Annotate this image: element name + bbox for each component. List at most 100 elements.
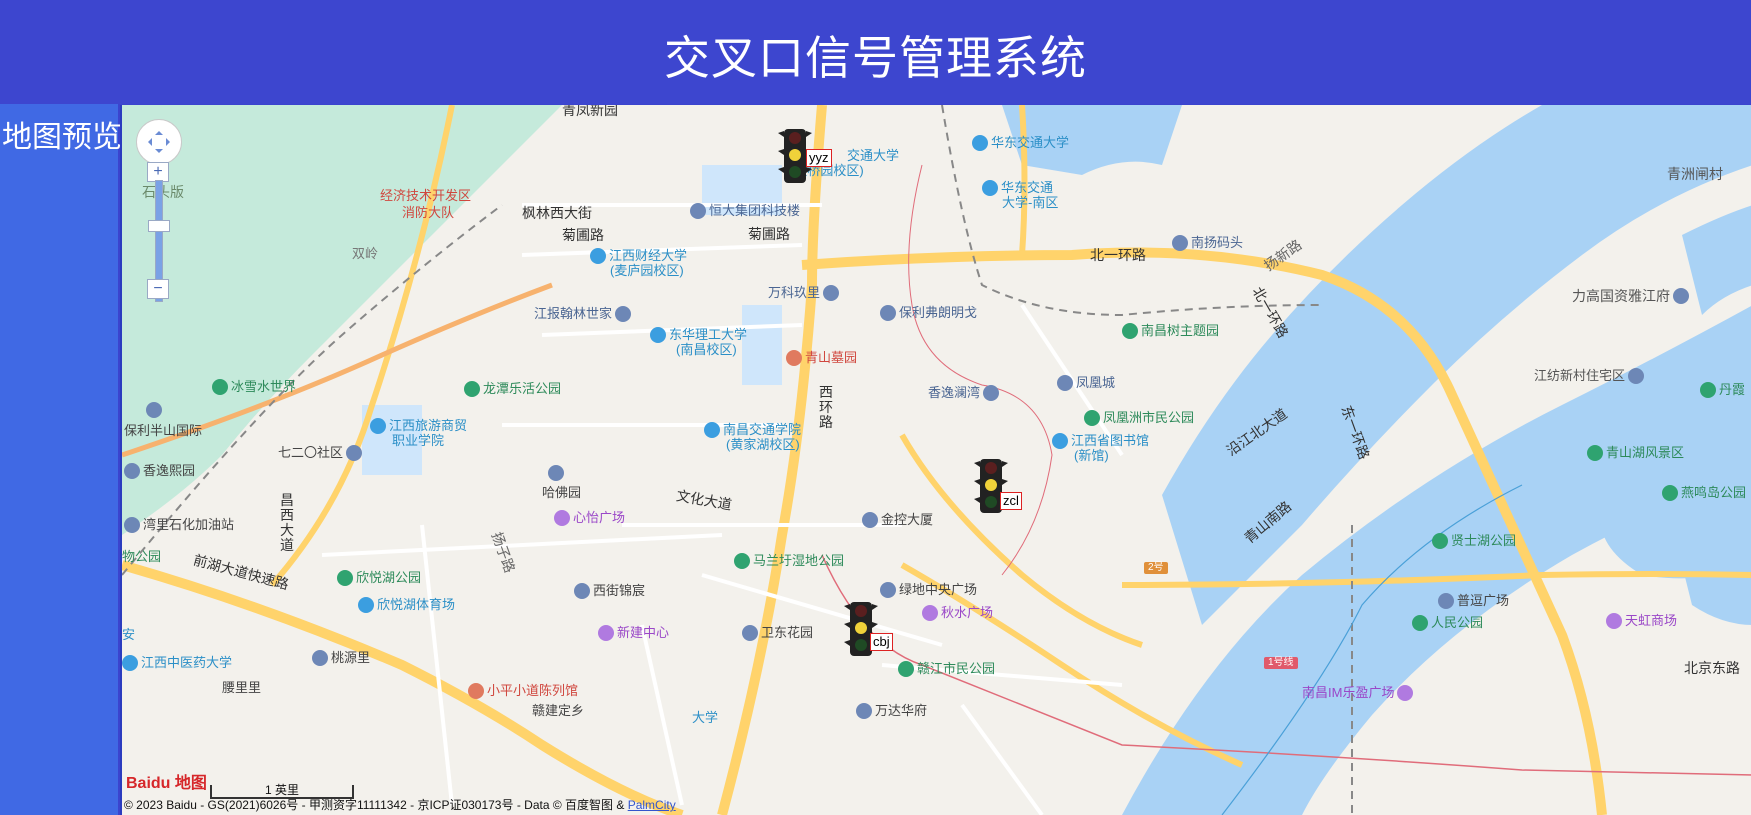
map-label: 江纺新村住宅区	[1534, 367, 1647, 385]
map-label: 小平小道陈列馆	[468, 682, 579, 700]
map-label: 绿地中央广场	[880, 581, 978, 599]
map-label: 万科玖里	[768, 284, 842, 302]
school-icon	[982, 179, 998, 196]
park-icon	[734, 552, 750, 569]
shopping-icon	[922, 604, 938, 621]
map-label-text: 普逗广场	[1457, 593, 1510, 608]
map-label-text: 保利弗朗明戈	[899, 305, 978, 320]
map-label-text: 小平小道陈列馆	[487, 683, 579, 698]
map-label-text: 华东交通大学	[991, 135, 1070, 150]
map-label-text: 桃源里	[331, 650, 371, 665]
building-icon	[880, 581, 896, 598]
map-label-text: 江纺新村住宅区	[1534, 368, 1626, 383]
map-label-text: 凤凰城	[1076, 375, 1116, 390]
park-icon	[1700, 381, 1716, 398]
palmcity-link[interactable]: PalmCity	[628, 798, 676, 812]
metro-line-badge: 1号线	[1264, 657, 1298, 669]
map-view[interactable]: 青凤新园 石头版 经济技术开发区 消防大队 枫林西大街 双岭 菊圃路 江西财经大…	[120, 105, 1751, 815]
zoom-out-button[interactable]: −	[147, 279, 169, 299]
map-label: 凤凰城	[1057, 374, 1116, 392]
map-label: 龙潭乐活公园	[464, 380, 562, 398]
map-label: 桃源里	[312, 649, 371, 667]
building-icon	[1673, 288, 1689, 305]
shopping-icon	[1606, 612, 1622, 629]
cemetery-icon	[786, 349, 802, 366]
shopping-icon	[598, 624, 614, 641]
building-icon	[146, 401, 162, 418]
building-icon	[1628, 367, 1645, 384]
stadium-icon	[358, 596, 374, 613]
building-icon	[690, 202, 706, 219]
park-icon	[212, 378, 228, 395]
map-label: 北京东路	[1684, 660, 1740, 676]
intersection-label[interactable]: zcl	[1000, 492, 1022, 510]
map-label: 青山墓园	[786, 349, 857, 367]
map-label-text: 新建中心	[617, 625, 670, 640]
map-label: 安	[122, 627, 136, 642]
map-label: 南昌IM乐盈广场	[1302, 684, 1416, 702]
museum-icon	[468, 682, 484, 699]
park-icon	[464, 380, 480, 397]
map-label: 力高国资雅江府	[1572, 288, 1692, 305]
map-label: 秋水广场	[922, 604, 993, 622]
map-label-text: 丹霞	[1719, 382, 1746, 397]
map-label-text: 欣悦湖公园	[356, 570, 422, 585]
map-label-text: 江西省图书馆	[1071, 433, 1150, 448]
map-base-layer	[122, 105, 1751, 815]
map-label-text: 江西财经大学	[609, 248, 688, 263]
intersection-label[interactable]: yyz	[806, 149, 832, 167]
building-icon	[312, 649, 328, 666]
building-icon	[742, 624, 758, 641]
map-label: 物公园	[122, 549, 162, 564]
zoom-slider-handle[interactable]	[148, 220, 170, 232]
map-label: 心怡广场	[554, 509, 626, 527]
map-label-text: 人民公园	[1431, 615, 1484, 630]
map-label-text: 青山湖风景区	[1606, 445, 1685, 460]
map-label: 交通大学	[847, 148, 900, 163]
school-icon	[650, 326, 666, 343]
map-label: 北一环路	[1090, 247, 1146, 263]
map-label: 金控大厦	[862, 511, 933, 529]
park-icon	[1432, 532, 1448, 549]
map-label: 南昌树主题园	[1122, 322, 1219, 340]
pier-icon	[1172, 234, 1188, 251]
map-label-text: 南昌IM乐盈广场	[1302, 685, 1395, 700]
map-label: 赣建定乡	[532, 703, 585, 718]
sidebar-item-map-preview[interactable]: 地图预览	[2, 112, 122, 156]
building-icon	[856, 702, 872, 719]
copyright-text: © 2023 Baidu - GS(2021)6026号 - 甲测资字11111…	[124, 798, 628, 812]
map-label: 凤凰洲市民公园	[1084, 409, 1195, 427]
map-label: 华东交通大学	[972, 134, 1070, 152]
map-label	[548, 464, 567, 482]
map-label-text: 龙潭乐活公园	[483, 381, 562, 396]
map-label: 菊圃路	[562, 227, 604, 243]
map-label-text: 绿地中央广场	[899, 582, 978, 597]
map-label-text: 天虹商场	[1625, 613, 1678, 628]
map-label: 南扬码头	[1172, 234, 1243, 252]
map-label-text: 江报翰林世家	[534, 306, 613, 321]
map-label: 万达华府	[856, 702, 927, 720]
map-label: 青洲闸村	[1667, 166, 1723, 182]
park-icon	[898, 660, 914, 677]
map-label: 保利半山国际	[124, 423, 203, 438]
map-label-text: 心怡广场	[573, 510, 626, 525]
map-label: 哈佛园	[542, 485, 582, 500]
map-label-text: 力高国资雅江府	[1572, 288, 1670, 304]
map-label-text: 赣江市民公园	[917, 661, 996, 676]
building-icon	[1438, 592, 1454, 609]
map-label: 湾里石化加油站	[124, 516, 234, 534]
map-label: 西街锦宸	[574, 582, 645, 600]
park-icon	[337, 569, 353, 586]
zoom-in-button[interactable]: +	[147, 162, 169, 182]
building-icon	[346, 444, 363, 461]
map-label: 江报翰林世家	[534, 305, 634, 323]
map-label: 菊圃路	[748, 226, 790, 242]
map-label: 双岭	[352, 246, 379, 261]
map-label-text: 凤凰洲市民公园	[1103, 410, 1195, 425]
school-icon	[590, 247, 606, 264]
building-icon	[615, 305, 632, 322]
map-label-text: 江西中医药大学	[141, 655, 233, 670]
park-icon	[1662, 484, 1678, 501]
intersection-label[interactable]: cbj	[870, 633, 893, 651]
pan-control[interactable]	[136, 119, 182, 165]
